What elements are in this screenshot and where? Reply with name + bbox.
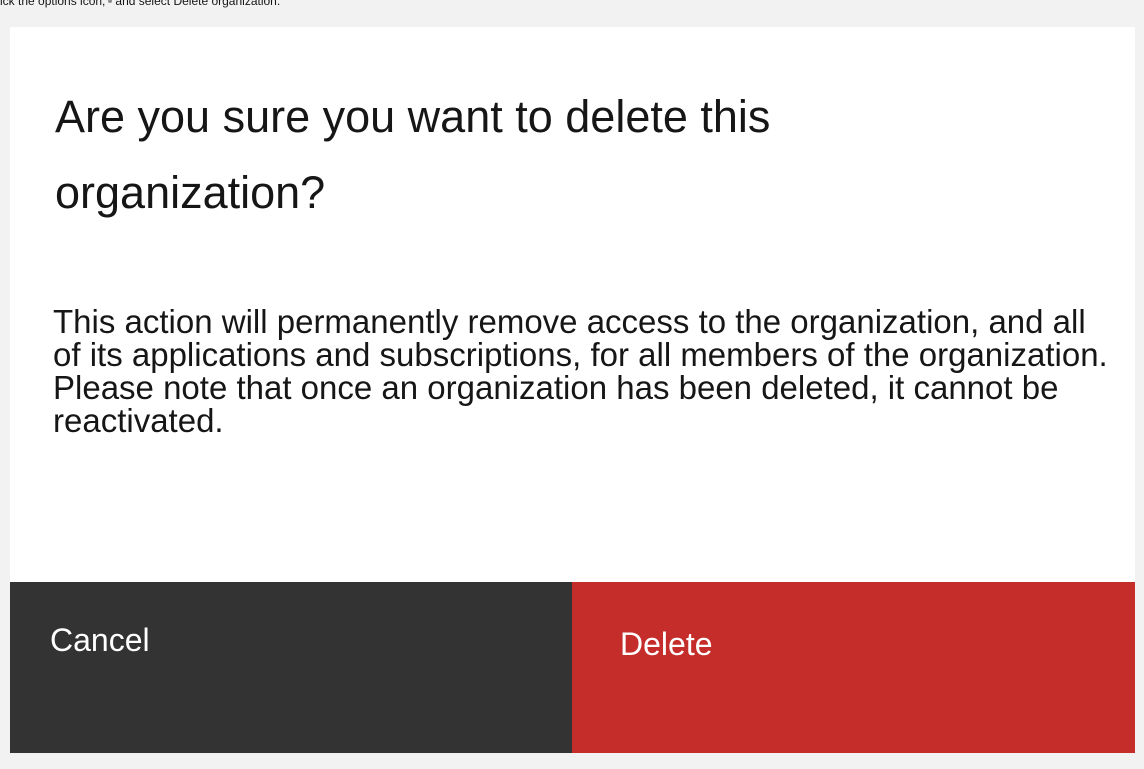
delete-button-label: Delete — [620, 626, 713, 662]
instruction-prefix: ick the options icon, — [0, 0, 106, 8]
delete-button[interactable]: Delete — [572, 582, 1135, 753]
cancel-button-label: Cancel — [50, 622, 150, 658]
instruction-suffix: and select Delete organization. — [115, 0, 281, 8]
dialog-title: Are you sure you want to delete this org… — [55, 91, 771, 218]
cancel-button[interactable]: Cancel — [10, 582, 572, 753]
delete-organization-dialog: Are you sure you want to delete this org… — [10, 27, 1135, 753]
overflow-menu-icon — [108, 0, 113, 3]
dialog-message: This action will permanently remove acce… — [53, 303, 1108, 439]
dialog-footer: Cancel Delete — [10, 582, 1135, 753]
instruction-text: ick the options icon, and select Delete o… — [0, 0, 280, 8]
